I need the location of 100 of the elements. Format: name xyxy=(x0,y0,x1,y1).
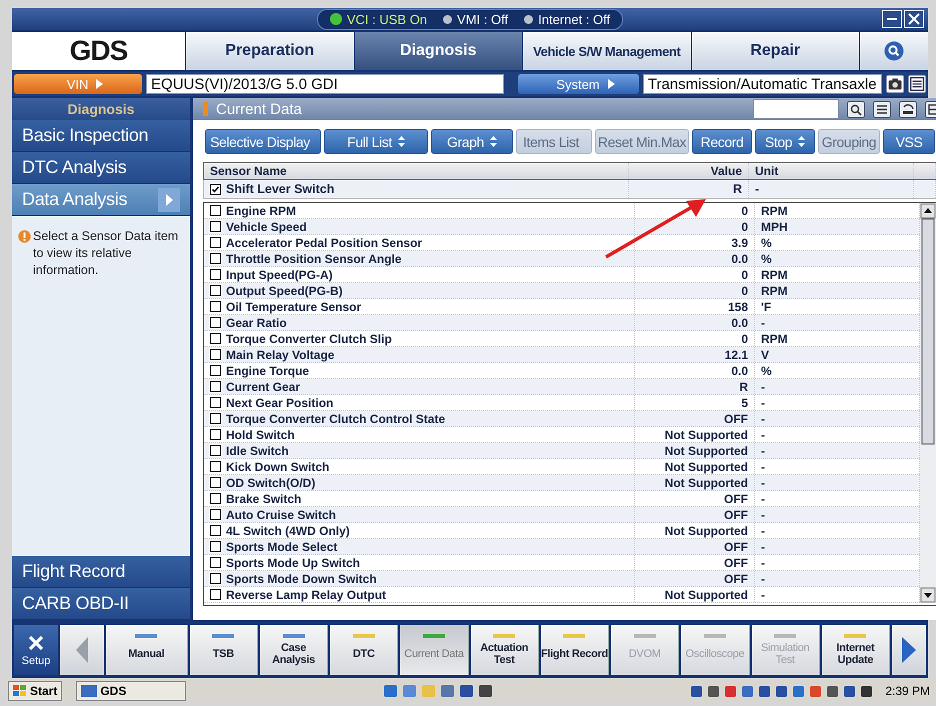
status-label: VCI : USB On xyxy=(346,12,428,26)
tool-tab[interactable]: Flight Record xyxy=(540,625,610,675)
sensor-name: OD Switch(O/D) xyxy=(226,476,316,490)
tray-icon[interactable] xyxy=(860,684,874,698)
tool-tab[interactable]: TSB xyxy=(190,625,258,675)
search-icon[interactable] xyxy=(847,100,865,118)
sensor-name: Shift Lever Switch xyxy=(226,182,334,196)
sensor-value: R xyxy=(635,379,755,394)
toolbar-button[interactable]: Selective Display xyxy=(205,129,321,154)
checkbox[interactable] xyxy=(210,301,221,312)
checkbox[interactable] xyxy=(210,269,221,280)
sensor-name: 4L Switch (4WD Only) xyxy=(226,524,350,538)
checkbox[interactable] xyxy=(210,381,221,392)
sensor-value: 0.0 xyxy=(635,363,755,378)
sensor-value: 12.1 xyxy=(635,347,755,362)
tray-icon[interactable] xyxy=(843,684,856,698)
checkbox[interactable] xyxy=(210,573,221,584)
toolbar-button[interactable]: Graph xyxy=(431,129,513,154)
caret-icon xyxy=(166,194,172,206)
checkbox[interactable] xyxy=(210,285,221,296)
checkbox[interactable] xyxy=(210,221,221,232)
sensor-value: Not Supported xyxy=(635,459,755,474)
system-button[interactable]: System xyxy=(518,74,639,94)
report-icon[interactable] xyxy=(908,74,926,94)
taskbar-app[interactable]: GDS xyxy=(76,681,186,701)
checkbox[interactable] xyxy=(210,333,221,344)
list-icon[interactable] xyxy=(873,100,891,118)
sidebar-item[interactable]: Basic Inspection xyxy=(12,120,190,152)
sensor-name: Torque Converter Clutch Slip xyxy=(226,332,392,346)
sensor-value: 0.0 xyxy=(635,315,755,330)
checkbox[interactable] xyxy=(210,541,221,552)
column-header: Sensor Name xyxy=(204,163,629,179)
tray-icon[interactable] xyxy=(775,684,788,698)
sensor-value: Not Supported xyxy=(635,475,755,490)
checkbox[interactable] xyxy=(210,397,221,408)
checkbox[interactable] xyxy=(210,525,221,536)
sensor-value: Not Supported xyxy=(635,587,755,602)
sensor-value: 3.9 xyxy=(635,235,755,250)
toolbar-button[interactable]: VSS xyxy=(883,129,935,154)
quick-launch-icon[interactable] xyxy=(459,684,474,698)
tool-tab[interactable]: Internet Update xyxy=(822,625,890,675)
system-field[interactable]: Transmission/Automatic Transaxle xyxy=(642,74,882,94)
sensor-value: OFF xyxy=(635,507,755,522)
checkbox[interactable] xyxy=(210,237,221,248)
checkbox[interactable] xyxy=(210,317,221,328)
tool-tab[interactable]: Actuation Test xyxy=(470,625,539,675)
sensor-name: Torque Converter Clutch Control State xyxy=(226,412,446,426)
sidebar-item[interactable]: DTC Analysis xyxy=(12,152,190,184)
tool-tab[interactable]: Manual xyxy=(106,625,188,675)
search-field[interactable] xyxy=(753,99,839,119)
checkbox[interactable] xyxy=(210,349,221,360)
close-icon[interactable] xyxy=(904,10,924,28)
start-button[interactable]: Start xyxy=(8,681,62,701)
toolbar-button[interactable]: Stop xyxy=(755,129,815,154)
camera-icon[interactable] xyxy=(886,74,904,94)
search-icon[interactable] xyxy=(884,41,904,61)
scrollbar[interactable] xyxy=(920,203,936,603)
sensor-name: Oil Temperature Sensor xyxy=(226,300,362,314)
sensor-name: Accelerator Pedal Position Sensor xyxy=(226,236,422,250)
sensor-name: Reverse Lamp Relay Output xyxy=(226,588,386,602)
checkbox[interactable] xyxy=(210,589,221,600)
checkbox[interactable] xyxy=(210,253,221,264)
checkbox[interactable] xyxy=(210,557,221,568)
tray-icon[interactable] xyxy=(758,684,772,698)
checkbox[interactable] xyxy=(210,365,221,376)
minimize-icon[interactable] xyxy=(882,10,902,28)
tray-icon[interactable] xyxy=(707,684,720,698)
checkbox[interactable] xyxy=(210,477,221,488)
nav-tab[interactable]: Preparation xyxy=(186,32,354,70)
checkbox[interactable] xyxy=(210,413,221,424)
sensor-name: Sports Mode Down Switch xyxy=(226,572,377,586)
sidebar-item[interactable]: Flight Record xyxy=(12,556,190,588)
sensor-value: 0 xyxy=(635,283,755,298)
sensor-name: Sports Mode Up Switch xyxy=(226,556,360,570)
sensor-name: Engine RPM xyxy=(226,204,296,218)
sensor-value: R xyxy=(629,180,749,198)
quick-launch-icon[interactable] xyxy=(478,684,494,698)
nav-tab[interactable]: Repair xyxy=(692,32,859,70)
nav-tab[interactable]: Diagnosis xyxy=(354,32,522,70)
toolbar-button[interactable]: Record xyxy=(692,129,752,154)
checkbox[interactable] xyxy=(210,429,221,440)
sidebar-item[interactable]: CARB OBD-II xyxy=(12,588,190,620)
checkbox[interactable] xyxy=(210,493,221,504)
checkbox[interactable] xyxy=(210,184,221,194)
vehicle-field[interactable]: EQUUS(VI)/2013/G 5.0 GDI xyxy=(146,74,504,94)
setup-button[interactable]: Setup xyxy=(14,625,58,675)
quick-launch-icon[interactable] xyxy=(440,684,456,698)
tool-tab[interactable]: Case Analysis xyxy=(260,625,328,675)
checkbox[interactable] xyxy=(210,509,221,520)
toolbar-button[interactable]: Full List xyxy=(324,129,428,154)
quick-launch-icon[interactable] xyxy=(383,684,398,698)
checkbox[interactable] xyxy=(210,445,221,456)
sensor-value: OFF xyxy=(635,555,755,570)
tray-icon[interactable] xyxy=(690,684,704,698)
checkbox[interactable] xyxy=(210,205,221,216)
checkbox[interactable] xyxy=(210,461,221,472)
next-icon[interactable] xyxy=(902,637,916,663)
nav-tab[interactable]: Vehicle S/W Management xyxy=(523,32,690,70)
tray-icon[interactable] xyxy=(826,684,840,698)
tool-tab[interactable]: DTC xyxy=(330,625,398,675)
